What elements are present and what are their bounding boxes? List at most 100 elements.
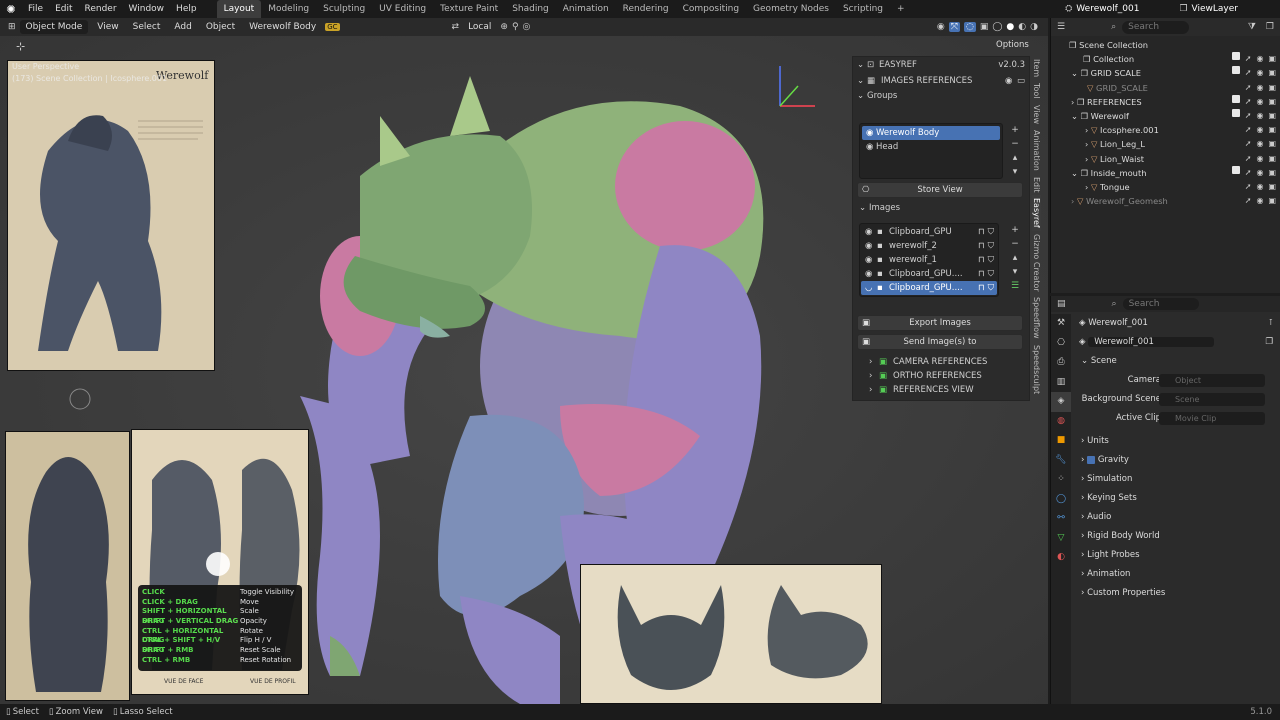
chevron-right-icon[interactable]: › (869, 355, 879, 369)
xray-icon[interactable]: ▣ (980, 22, 989, 32)
workspace-tab-layout[interactable]: Layout (216, 0, 262, 18)
view-layer-selector[interactable]: ViewLayer (1192, 4, 1280, 14)
eye-icon[interactable]: ◉ (866, 140, 876, 154)
select-arrow-icon[interactable]: ➚ (1245, 81, 1252, 95)
outliner-editor-icon[interactable]: ☰ (1057, 22, 1065, 32)
camera-icon[interactable]: ▣ (1268, 123, 1276, 137)
shield-icon[interactable]: ⛉ (985, 225, 997, 239)
select-arrow-icon[interactable]: ➚ (1245, 52, 1252, 66)
workspace-tab-uv-editing[interactable]: UV Editing (372, 0, 433, 18)
outliner-item-grid-scale-object[interactable]: ▽ GRID_SCALE ➚ ◉ ▣ (1051, 81, 1280, 95)
transform-orientation-selector[interactable]: Local (463, 19, 496, 35)
tab-easyref[interactable]: Easyref (1032, 195, 1041, 231)
mode-selector[interactable]: Object Mode (19, 20, 89, 34)
outliner-item-collection[interactable]: ❐ Collection ➚ ◉ ▣ (1051, 52, 1280, 66)
camera-icon[interactable]: ▣ (1268, 95, 1276, 109)
send-images-button[interactable]: ▣ Send Image(s) to (857, 334, 1023, 350)
filter-icon[interactable]: ⧩ (1248, 22, 1260, 32)
chevron-down-icon[interactable]: ⌄ (1081, 356, 1091, 366)
lock-icon[interactable]: ⊓ (978, 225, 985, 239)
constraints-icon[interactable]: ⚯ (1051, 509, 1071, 529)
images-references-header[interactable]: ⌄ ▦ IMAGES REFERENCES ◉ ▭ (853, 73, 1029, 89)
object-icon[interactable]: ■ (1051, 431, 1071, 451)
eye-icon[interactable]: ◉ (1256, 95, 1263, 109)
output-icon[interactable]: ⎙ (1051, 353, 1071, 373)
menu-render[interactable]: Render (79, 0, 123, 18)
shield-icon[interactable]: ⛉ (985, 253, 997, 267)
pivot-icon[interactable]: ⊕ (500, 22, 508, 32)
workspace-tab-scripting[interactable]: Scripting (836, 0, 890, 18)
editor-type-icon[interactable]: ⊞ (8, 22, 16, 32)
tab-view[interactable]: View (1032, 102, 1041, 127)
eye-icon[interactable]: ◉ (1005, 74, 1017, 88)
particles-icon[interactable]: ⁘ (1051, 470, 1071, 490)
select-arrow-icon[interactable]: ➚ (1245, 194, 1252, 208)
tool-icon[interactable]: ⚒ (1051, 314, 1071, 334)
move-up-button[interactable]: ▴ (1007, 251, 1023, 265)
eye-icon[interactable]: ◉ (1256, 166, 1263, 180)
camera-references-section[interactable]: › ▣ CAMERA REFERENCES (865, 355, 987, 369)
render-icon[interactable]: ⎔ (1051, 334, 1071, 354)
outliner-search-input[interactable]: Search (1122, 20, 1190, 34)
group-item-werewolf-body[interactable]: ◉ Werewolf Body (862, 126, 1000, 140)
eye-icon[interactable]: ◉ (1256, 52, 1263, 66)
camera-icon[interactable]: ▣ (1268, 180, 1276, 194)
outliner-item-grid-scale-collection[interactable]: ⌄ ❐ GRID SCALE ➚ ◉ ▣ (1051, 66, 1280, 80)
chevron-down-icon[interactable]: ⌄ (857, 74, 867, 88)
visibility-icon[interactable]: ◉ (937, 22, 945, 32)
custom-properties-panel[interactable]: › Custom Properties (1071, 584, 1280, 603)
reference-image-werewolf-heads[interactable] (580, 564, 882, 704)
data-icon[interactable]: ▽ (1051, 529, 1071, 549)
select-arrow-icon[interactable]: ➚ (1245, 109, 1252, 123)
eye-icon[interactable]: ◉ (1256, 123, 1263, 137)
active-clip-field[interactable]: Movie Clip (1159, 412, 1265, 425)
checkbox-icon[interactable] (1231, 108, 1240, 117)
eye-icon[interactable]: ◉ (866, 126, 876, 140)
viewport-menu-add[interactable]: Add (169, 19, 196, 35)
move-down-button[interactable]: ▾ (1007, 165, 1023, 179)
scene-icon[interactable]: ◈ (1051, 392, 1071, 412)
eye-icon[interactable]: ◉ (1256, 109, 1263, 123)
shield-icon[interactable]: ⛉ (985, 281, 997, 295)
physics-icon[interactable]: ◯ (1051, 490, 1071, 510)
camera-icon[interactable]: ▣ (1268, 81, 1276, 95)
select-arrow-icon[interactable]: ➚ (1245, 180, 1252, 194)
add-image-button[interactable]: + (1007, 223, 1023, 237)
checkbox-icon[interactable] (1231, 52, 1240, 61)
select-tool-icon[interactable]: ⊹ (16, 40, 25, 53)
lock-icon[interactable]: ⊓ (978, 253, 985, 267)
reference-image-werewolf-1[interactable]: Werewolf (7, 60, 215, 371)
add-workspace-button[interactable]: + (890, 0, 912, 18)
workspace-tab-animation[interactable]: Animation (556, 0, 616, 18)
eye-icon[interactable]: ◉ (865, 225, 877, 239)
shading-wireframe-icon[interactable]: ◯ (992, 22, 1002, 32)
simulation-panel[interactable]: › Simulation (1071, 470, 1280, 489)
menu-help[interactable]: Help (170, 0, 203, 18)
modifier-icon[interactable]: 🔧︎ (1051, 451, 1071, 471)
outliner-item-werewolf-geomesh[interactable]: › ▽ Werewolf_Geomesh ➚ ◉ ▣ (1051, 194, 1280, 208)
tab-edit[interactable]: Edit (1032, 174, 1041, 196)
viewport-menu-object[interactable]: Object (201, 19, 240, 35)
camera-icon[interactable]: ▣ (1268, 52, 1276, 66)
tab-item[interactable]: Item (1032, 56, 1041, 80)
outliner-item-lion-leg[interactable]: › ▽ Lion_Leg_L ➚ ◉ ▣ (1051, 137, 1280, 151)
view-layer-icon[interactable]: ▥ (1051, 373, 1071, 393)
new-scene-icon[interactable]: ❐ (1265, 333, 1273, 352)
image-item[interactable]: ◉ ▪ Clipboard_GPU.... ⊓ ⛉ (861, 267, 997, 281)
eye-icon[interactable]: ◉ (1256, 180, 1263, 194)
outliner-item-inside-mouth[interactable]: ⌄ ❐ Inside_mouth ➚ ◉ ▣ (1051, 165, 1280, 180)
shading-material-icon[interactable]: ◐ (1018, 22, 1026, 32)
scene-panel-header[interactable]: ⌄ Scene (1071, 352, 1280, 371)
world-icon[interactable]: ◍ (1051, 412, 1071, 432)
select-arrow-icon[interactable]: ➚ (1245, 152, 1252, 166)
shield-icon[interactable]: ⛉ (985, 267, 997, 281)
eye-icon[interactable]: ◉ (1256, 81, 1263, 95)
outliner-item-werewolf[interactable]: ⌄ ❐ Werewolf ➚ ◉ ▣ (1051, 108, 1280, 123)
gravity-checkbox[interactable] (1087, 455, 1096, 464)
lock-icon[interactable]: ⊓ (978, 267, 985, 281)
eye-icon[interactable]: ◉ (1256, 66, 1263, 80)
chevron-down-icon[interactable]: ⌄ (1071, 168, 1081, 178)
blender-logo-icon[interactable]: ✺ (0, 3, 22, 16)
workspace-tab-shading[interactable]: Shading (505, 0, 556, 18)
eye-icon[interactable]: ◉ (865, 267, 877, 281)
